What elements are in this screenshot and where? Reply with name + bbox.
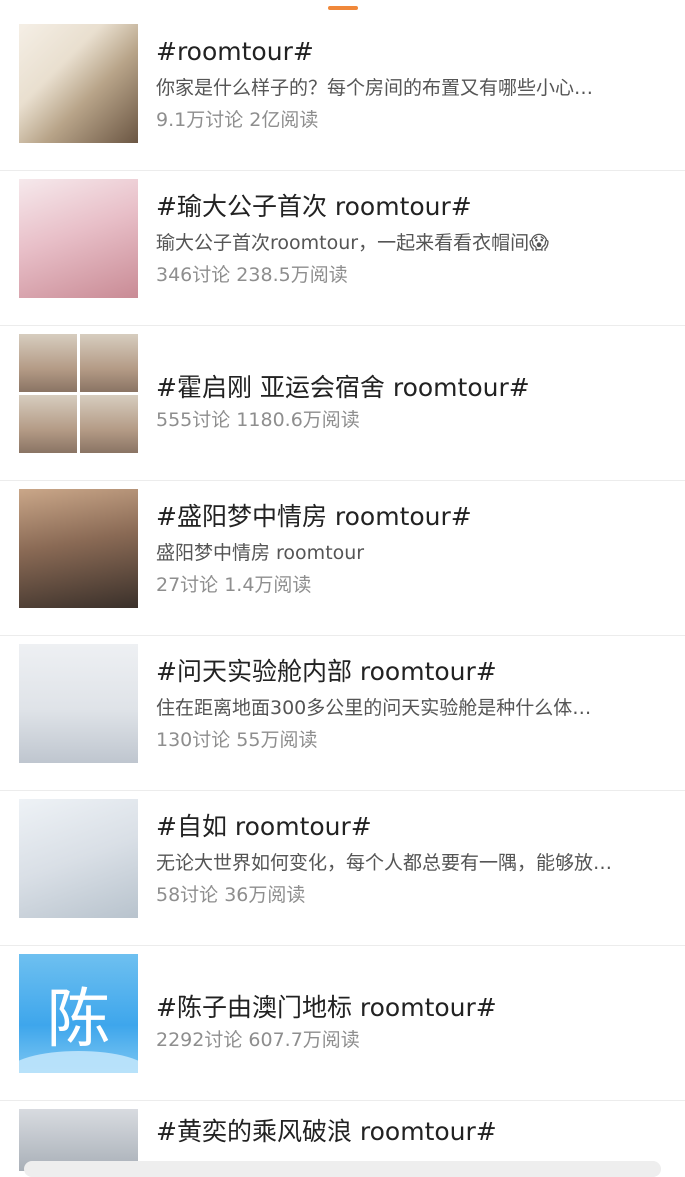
topic-description: 无论大世界如何变化，每个人都总要有一隅，能够放… [156, 852, 613, 874]
topic-row[interactable]: 陈 #陈子由澳门地标 roomtour# 2292讨论 607.7万阅读 [0, 946, 685, 1101]
thumbnail-space-module [19, 644, 138, 763]
topic-row[interactable]: #问天实验舱内部 roomtour# 住在距离地面300多公里的问天实验舱是种什… [0, 636, 685, 791]
thumbnail-four-photo-grid [19, 334, 138, 453]
topic-stats: 346讨论 238.5万阅读 [156, 264, 348, 286]
topic-row[interactable]: #盛阳梦中情房 roomtour# 盛阳梦中情房 roomtour 27讨论 1… [0, 481, 685, 636]
topic-title: #霍启刚 亚运会宿舍 roomtour# [156, 373, 530, 402]
bottom-input-bar[interactable] [24, 1161, 661, 1177]
topic-description: 住在距离地面300多公里的问天实验舱是种什么体… [156, 697, 592, 719]
topic-description: 你家是什么样子的？每个房间的布置又有哪些小心… [156, 77, 594, 99]
topic-stats: 27讨论 1.4万阅读 [156, 574, 312, 596]
topic-stats: 130讨论 55万阅读 [156, 729, 318, 751]
topic-title: #盛阳梦中情房 roomtour# [156, 502, 472, 531]
topic-row[interactable]: #瑜大公子首次 roomtour# 瑜大公子首次roomtour，一起来看看衣帽… [0, 171, 685, 326]
topic-description: 盛阳梦中情房 roomtour [156, 542, 365, 564]
grid-photo [80, 395, 138, 453]
topic-stats: 9.1万讨论 2亿阅读 [156, 109, 319, 131]
topic-title: #瑜大公子首次 roomtour# [156, 192, 472, 221]
topic-title: #roomtour# [156, 37, 314, 66]
topic-row[interactable]: #自如 roomtour# 无论大世界如何变化，每个人都总要有一隅，能够放… 5… [0, 791, 685, 946]
topic-title: #问天实验舱内部 roomtour# [156, 657, 497, 686]
topic-title: #陈子由澳门地标 roomtour# [156, 993, 497, 1022]
drag-handle[interactable] [328, 6, 358, 10]
thumbnail-chen-avatar: 陈 [19, 954, 138, 1073]
topic-title: #黄奕的乘风破浪 roomtour# [156, 1117, 497, 1146]
topic-description: 瑜大公子首次roomtour，一起来看看衣帽间😱 [156, 232, 549, 254]
top-bar [0, 0, 685, 17]
grid-photo [80, 334, 138, 392]
topic-list: #roomtour# 你家是什么样子的？每个房间的布置又有哪些小心… 9.1万讨… [0, 16, 685, 1171]
thumbnail-room-interior [19, 24, 138, 143]
avatar-character: 陈 [46, 982, 111, 1057]
topic-stats: 555讨论 1180.6万阅读 [156, 409, 360, 431]
topic-stats: 2292讨论 607.7万阅读 [156, 1029, 360, 1051]
thumbnail-bedroom-desk [19, 799, 138, 918]
grid-photo [19, 395, 77, 453]
topic-row[interactable]: #roomtour# 你家是什么样子的？每个房间的布置又有哪些小心… 9.1万讨… [0, 16, 685, 171]
topic-row[interactable]: #霍启刚 亚运会宿舍 roomtour# 555讨论 1180.6万阅读 [0, 326, 685, 481]
thumbnail-man-in-pink-sweater [19, 179, 138, 298]
topic-stats: 58讨论 36万阅读 [156, 884, 306, 906]
grid-photo [19, 334, 77, 392]
topic-title: #自如 roomtour# [156, 812, 372, 841]
thumbnail-portrait [19, 489, 138, 608]
